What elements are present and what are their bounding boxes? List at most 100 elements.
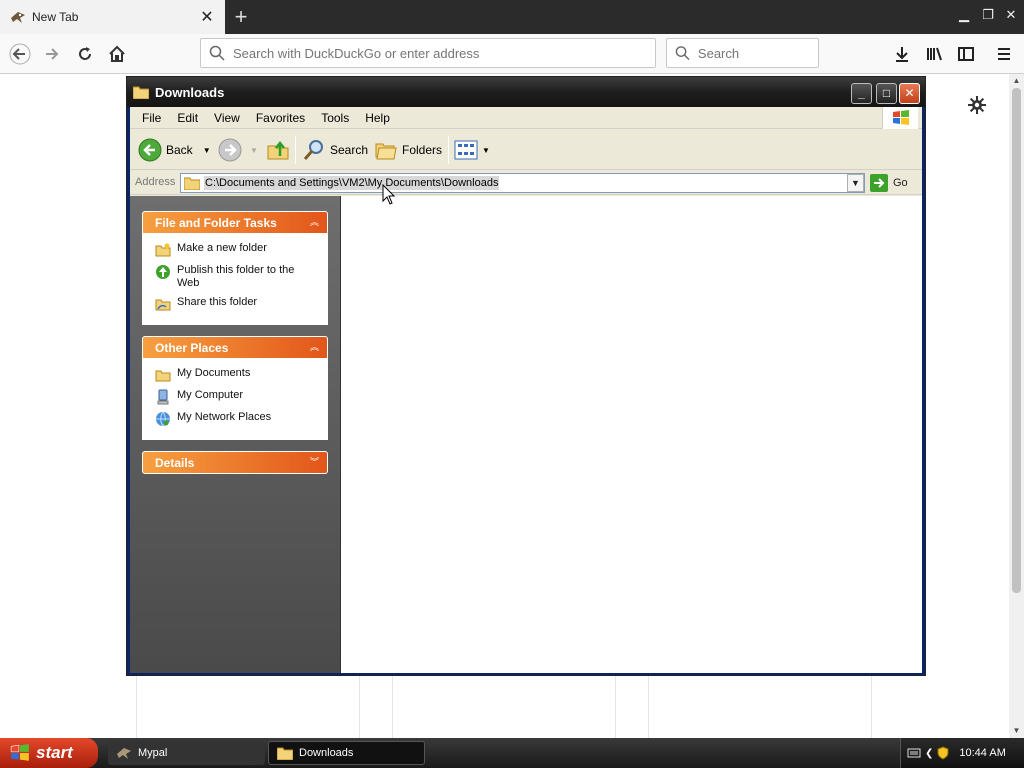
download-icon[interactable]: [888, 40, 916, 68]
other-places-panel: Other Places ︽ My Documents My Computer: [142, 336, 328, 440]
url-bar[interactable]: [200, 38, 656, 68]
list-item[interactable]: My Network Places: [155, 411, 317, 427]
collapse-chevron-icon[interactable]: ︽: [308, 216, 321, 229]
start-button[interactable]: start: [0, 738, 98, 768]
window-title: Downloads: [155, 84, 225, 100]
panel-header[interactable]: File and Folder Tasks ︽: [142, 211, 328, 234]
scroll-thumb[interactable]: [1012, 88, 1021, 593]
start-label: start: [36, 743, 73, 762]
panel-header[interactable]: Details ︾: [142, 451, 328, 474]
search-button[interactable]: Search: [302, 136, 368, 164]
address-field[interactable]: C:\Documents and Settings\VM2\My Documen…: [180, 173, 865, 193]
address-dropdown[interactable]: ▼: [847, 174, 864, 192]
url-input[interactable]: [233, 45, 635, 61]
mypal-favicon-icon: [11, 12, 25, 23]
navigation-toolbar: [0, 34, 1024, 74]
go-button[interactable]: Go: [870, 173, 908, 193]
back-arrow-icon[interactable]: [6, 40, 34, 68]
taskbar-item-downloads[interactable]: Downloads: [268, 741, 425, 765]
taskbar-item-mypal[interactable]: Mypal: [108, 741, 265, 765]
tab-new-tab[interactable]: New Tab ✕: [0, 0, 225, 34]
list-item[interactable]: Publish this folder to the Web: [155, 264, 317, 290]
maximize-button[interactable]: □: [876, 83, 897, 104]
details-panel: Details ︾: [142, 451, 328, 474]
library-icon[interactable]: [920, 40, 948, 68]
menu-view[interactable]: View: [206, 111, 248, 125]
explorer-window: Downloads _ □ ✕ File Edit View Favorites…: [126, 76, 926, 676]
menu-edit[interactable]: Edit: [169, 111, 206, 125]
task-share-folder: Share this folder: [177, 296, 258, 308]
forward-button[interactable]: ▼: [218, 136, 258, 164]
search-icon: [209, 45, 225, 61]
up-folder-icon: [267, 140, 289, 160]
task-pane: File and Folder Tasks ︽ Make a new folde…: [130, 196, 340, 673]
computer-icon: [157, 389, 169, 405]
list-item[interactable]: Make a new folder: [155, 242, 317, 258]
list-item[interactable]: My Computer: [155, 389, 317, 405]
share-folder-icon: [155, 299, 171, 311]
mouse-cursor-icon: [382, 184, 396, 205]
panel-header[interactable]: Other Places ︽: [142, 336, 328, 359]
scroll-up-icon[interactable]: ▲: [1009, 74, 1024, 88]
search-input[interactable]: [697, 45, 818, 61]
divider: [448, 136, 449, 164]
minimize-button[interactable]: _: [851, 83, 872, 104]
file-list-area[interactable]: [340, 196, 922, 673]
folder-icon: [184, 177, 200, 190]
home-icon[interactable]: [103, 40, 131, 68]
menu-bar: File Edit View Favorites Tools Help: [130, 107, 922, 129]
page-scrollbar[interactable]: ▲ ▼: [1009, 74, 1024, 738]
plus-icon[interactable]: +: [228, 4, 254, 30]
task-label: Mypal: [138, 747, 168, 759]
close-icon[interactable]: ✕: [195, 5, 219, 29]
address-label: Address: [135, 176, 176, 188]
up-folder-button[interactable]: [266, 136, 294, 164]
restore-icon[interactable]: ❐: [977, 4, 999, 26]
forward-arrow-icon: [218, 138, 242, 162]
chevron-down-icon[interactable]: ▼: [203, 146, 211, 155]
back-button[interactable]: Back ▼: [138, 136, 211, 164]
keyboard-icon[interactable]: [907, 747, 921, 759]
panel-list: Make a new folder Publish this folder to…: [142, 234, 328, 325]
task-make-folder: Make a new folder: [177, 242, 267, 254]
place-my-computer: My Computer: [177, 389, 244, 401]
folders-button[interactable]: Folders: [374, 136, 442, 164]
gear-icon[interactable]: [966, 94, 988, 116]
close-icon[interactable]: ✕: [1000, 4, 1022, 26]
shield-icon[interactable]: [937, 746, 949, 760]
place-my-documents: My Documents: [177, 367, 251, 379]
explorer-titlebar[interactable]: Downloads _ □ ✕: [127, 77, 925, 107]
forward-arrow-icon[interactable]: [38, 40, 66, 68]
menu-tools[interactable]: Tools: [313, 111, 357, 125]
scroll-down-icon[interactable]: ▼: [1009, 724, 1024, 738]
chevron-left-icon[interactable]: ❮: [925, 748, 933, 759]
folder-icon: [277, 747, 293, 760]
explorer-content: File and Folder Tasks ︽ Make a new folde…: [130, 196, 922, 673]
search-bar[interactable]: [666, 38, 819, 68]
views-button[interactable]: ▼: [454, 136, 490, 164]
minimize-icon[interactable]: ▁: [953, 4, 975, 26]
new-folder-icon: [155, 243, 171, 257]
expand-chevron-icon[interactable]: ︾: [308, 456, 321, 469]
tab-strip: New Tab ✕ + ▁ ❐ ✕: [0, 0, 1024, 34]
menu-file[interactable]: File: [134, 111, 169, 125]
menu-favorites[interactable]: Favorites: [248, 111, 313, 125]
task-label: Downloads: [299, 747, 354, 759]
folder-icon: [133, 86, 149, 99]
menu-help[interactable]: Help: [357, 111, 398, 125]
reload-icon[interactable]: [71, 40, 99, 68]
sidebar-icon[interactable]: [952, 40, 980, 68]
panel-list: My Documents My Computer My Network Plac…: [142, 359, 328, 440]
collapse-chevron-icon[interactable]: ︽: [308, 341, 321, 354]
address-path[interactable]: C:\Documents and Settings\VM2\My Documen…: [204, 176, 500, 190]
menu-icon[interactable]: [990, 40, 1018, 68]
list-item[interactable]: Share this folder: [155, 296, 317, 312]
close-button[interactable]: ✕: [899, 83, 920, 104]
views-icon: [454, 140, 478, 160]
folders-icon: [375, 143, 397, 160]
explorer-body: File Edit View Favorites Tools Help Back…: [130, 107, 922, 673]
list-item[interactable]: My Documents: [155, 367, 317, 383]
go-arrow-icon: [870, 174, 888, 192]
network-icon: [156, 411, 170, 427]
task-publish-web: Publish this folder to the Web: [177, 264, 295, 289]
